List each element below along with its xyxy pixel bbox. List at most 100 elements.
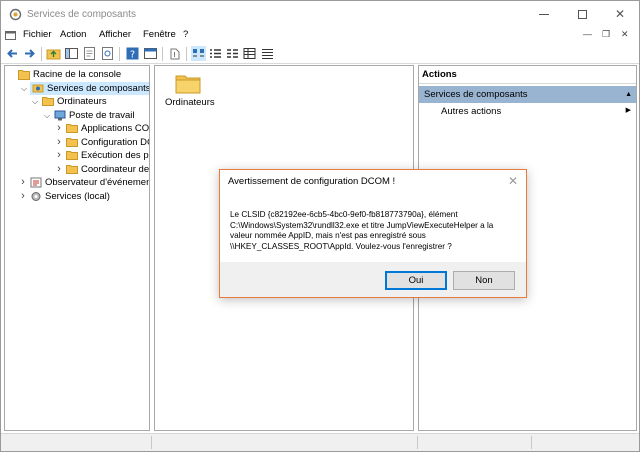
- actions-section-label: Services de composants: [424, 89, 528, 100]
- title-bar[interactable]: Services de composants ✕: [1, 1, 639, 28]
- folder-icon: [42, 97, 54, 106]
- dialog-close-icon[interactable]: ✕: [508, 174, 518, 188]
- collapse-chevron-icon[interactable]: ›: [55, 136, 63, 149]
- tree-item-label: Racine de la console: [33, 69, 122, 80]
- dialog-message-line: C:\Windows\System32\rundll32.exe et titr…: [230, 220, 494, 230]
- refresh-icon[interactable]: [100, 46, 115, 61]
- mdi-close-icon[interactable]: ✕: [621, 29, 629, 40]
- folder-icon[interactable]: [175, 72, 201, 94]
- up-folder-icon[interactable]: [46, 46, 61, 61]
- actions-section-header[interactable]: Services de composants ▲: [419, 86, 636, 103]
- dcom-warning-dialog: Avertissement de configuration DCOM ! ✕ …: [219, 169, 527, 298]
- minimize-button[interactable]: [525, 1, 563, 28]
- dialog-title-bar[interactable]: Avertissement de configuration DCOM ! ✕: [220, 170, 526, 194]
- tree-item[interactable]: ⌵ Services de composants: [21, 81, 150, 95]
- toolbar-separator: [41, 47, 42, 61]
- tree-item[interactable]: › Exécution des pro: [5, 149, 149, 162]
- component-services-icon: [32, 84, 44, 92]
- folder-icon: [66, 137, 78, 147]
- menu-fichier[interactable]: Fichier: [23, 29, 52, 40]
- computer-icon: [54, 110, 66, 120]
- folder-icon: [66, 164, 78, 174]
- status-bar: [1, 433, 639, 451]
- console-tree-pane[interactable]: Racine de la console ⌵ Services de composa…: [4, 65, 150, 431]
- tree-item[interactable]: › Coordinateur de t: [5, 163, 150, 176]
- close-icon: ✕: [614, 7, 626, 21]
- tree-item-label: Coordinateur de t: [81, 163, 150, 175]
- tree-item[interactable]: ⌵ Ordinateurs: [5, 95, 149, 108]
- expand-chevron-icon[interactable]: ⌵: [20, 82, 28, 95]
- collapse-chevron-icon[interactable]: ›: [55, 163, 63, 176]
- expand-chevron-icon[interactable]: ⌵: [31, 95, 39, 108]
- tree-item-label: Observateur d'événements (: [45, 177, 149, 188]
- submenu-arrow-icon[interactable]: ▶: [626, 106, 631, 114]
- collapse-chevron-icon[interactable]: ›: [19, 190, 27, 203]
- tree-item-label: Services (local): [45, 190, 110, 202]
- component-services-app-icon: [9, 8, 22, 21]
- status-view-icon[interactable]: [260, 46, 275, 61]
- window-title: Services de composants: [27, 9, 136, 20]
- status-divider: [531, 436, 532, 449]
- svg-text:?: ?: [130, 50, 135, 61]
- actions-item-autres-actions[interactable]: Autres actions: [441, 106, 501, 117]
- result-item-label[interactable]: Ordinateurs: [165, 97, 215, 108]
- toolbar: ?: [1, 44, 639, 64]
- folder-icon: [66, 151, 78, 160]
- minimize-icon: [539, 14, 549, 16]
- action-pane-icon[interactable]: [143, 46, 158, 61]
- actions-header: Actions: [419, 66, 636, 84]
- maximize-button[interactable]: [563, 1, 601, 28]
- menu-fenetre[interactable]: Fenêtre: [143, 29, 176, 40]
- mdi-window-icon[interactable]: [5, 30, 16, 41]
- mmc-window: Services de composants ✕ Fichier Action …: [0, 0, 640, 452]
- collapse-chevron-icon[interactable]: ›: [19, 176, 27, 189]
- folder-icon: [66, 124, 78, 133]
- status-divider: [417, 436, 418, 449]
- back-arrow-icon[interactable]: [5, 46, 20, 61]
- tree-item-label: Services de composants: [47, 82, 150, 94]
- maximize-icon: [577, 10, 587, 20]
- mdi-minimize-icon[interactable]: —: [583, 29, 592, 39]
- yes-button[interactable]: Oui: [385, 271, 447, 290]
- dialog-title: Avertissement de configuration DCOM !: [228, 176, 396, 187]
- tree-item-label: Configuration DC: [81, 136, 150, 148]
- console-root-icon: [18, 70, 30, 80]
- mdi-restore-icon[interactable]: ❐: [602, 29, 610, 40]
- close-button[interactable]: ✕: [601, 1, 639, 28]
- collapse-arrow-icon[interactable]: ▲: [625, 86, 632, 103]
- show-hide-tree-icon[interactable]: [64, 46, 79, 61]
- dialog-message-line: valeur nommée AppID, mais n'est pas enre…: [230, 231, 426, 241]
- tree-item[interactable]: Racine de la console: [5, 68, 149, 81]
- event-viewer-icon: [30, 177, 42, 188]
- services-gear-icon: [31, 191, 41, 201]
- menu-help[interactable]: ?: [183, 29, 188, 40]
- tree-item[interactable]: › Applications COM: [5, 122, 149, 135]
- forward-arrow-icon[interactable]: [22, 46, 37, 61]
- detail-view-icon[interactable]: [242, 46, 257, 61]
- tree-item[interactable]: › Configuration DC: [5, 136, 150, 149]
- large-icons-view-icon[interactable]: [191, 46, 206, 61]
- status-divider: [151, 436, 152, 449]
- collapse-chevron-icon[interactable]: ›: [55, 122, 63, 135]
- expand-chevron-icon[interactable]: ⌵: [43, 109, 51, 122]
- export-list-icon[interactable]: [167, 46, 182, 61]
- menu-afficher[interactable]: Afficher: [99, 29, 131, 40]
- tree-item-label: Ordinateurs: [57, 96, 107, 107]
- no-button[interactable]: Non: [453, 271, 515, 290]
- tree-item[interactable]: › Observateur d'événements (: [5, 176, 149, 189]
- help-icon[interactable]: ?: [125, 46, 140, 61]
- small-icons-view-icon[interactable]: [208, 46, 223, 61]
- properties-icon[interactable]: [82, 46, 97, 61]
- tree-item[interactable]: ⌵ Poste de travail: [5, 109, 149, 122]
- toolbar-separator: [186, 47, 187, 61]
- tree-item-label: Poste de travail: [69, 109, 135, 121]
- menu-bar: Fichier Action Afficher Fenêtre ? — ❐ ✕: [1, 28, 639, 44]
- tree-item[interactable]: › Services (local): [5, 190, 149, 203]
- menu-action[interactable]: Action: [60, 29, 86, 40]
- dialog-message-line: Le CLSID {c82192ee-6cb5-4bc0-9ef0-fb8187…: [230, 210, 458, 219]
- dialog-message: Le CLSID {c82192ee-6cb5-4bc0-9ef0-fb8187…: [230, 210, 520, 252]
- list-view-icon[interactable]: [225, 46, 240, 61]
- dialog-message-line: \\HKEY_CLASSES_ROOT\AppId. Voulez-vous l…: [230, 241, 452, 251]
- collapse-chevron-icon[interactable]: ›: [55, 149, 63, 162]
